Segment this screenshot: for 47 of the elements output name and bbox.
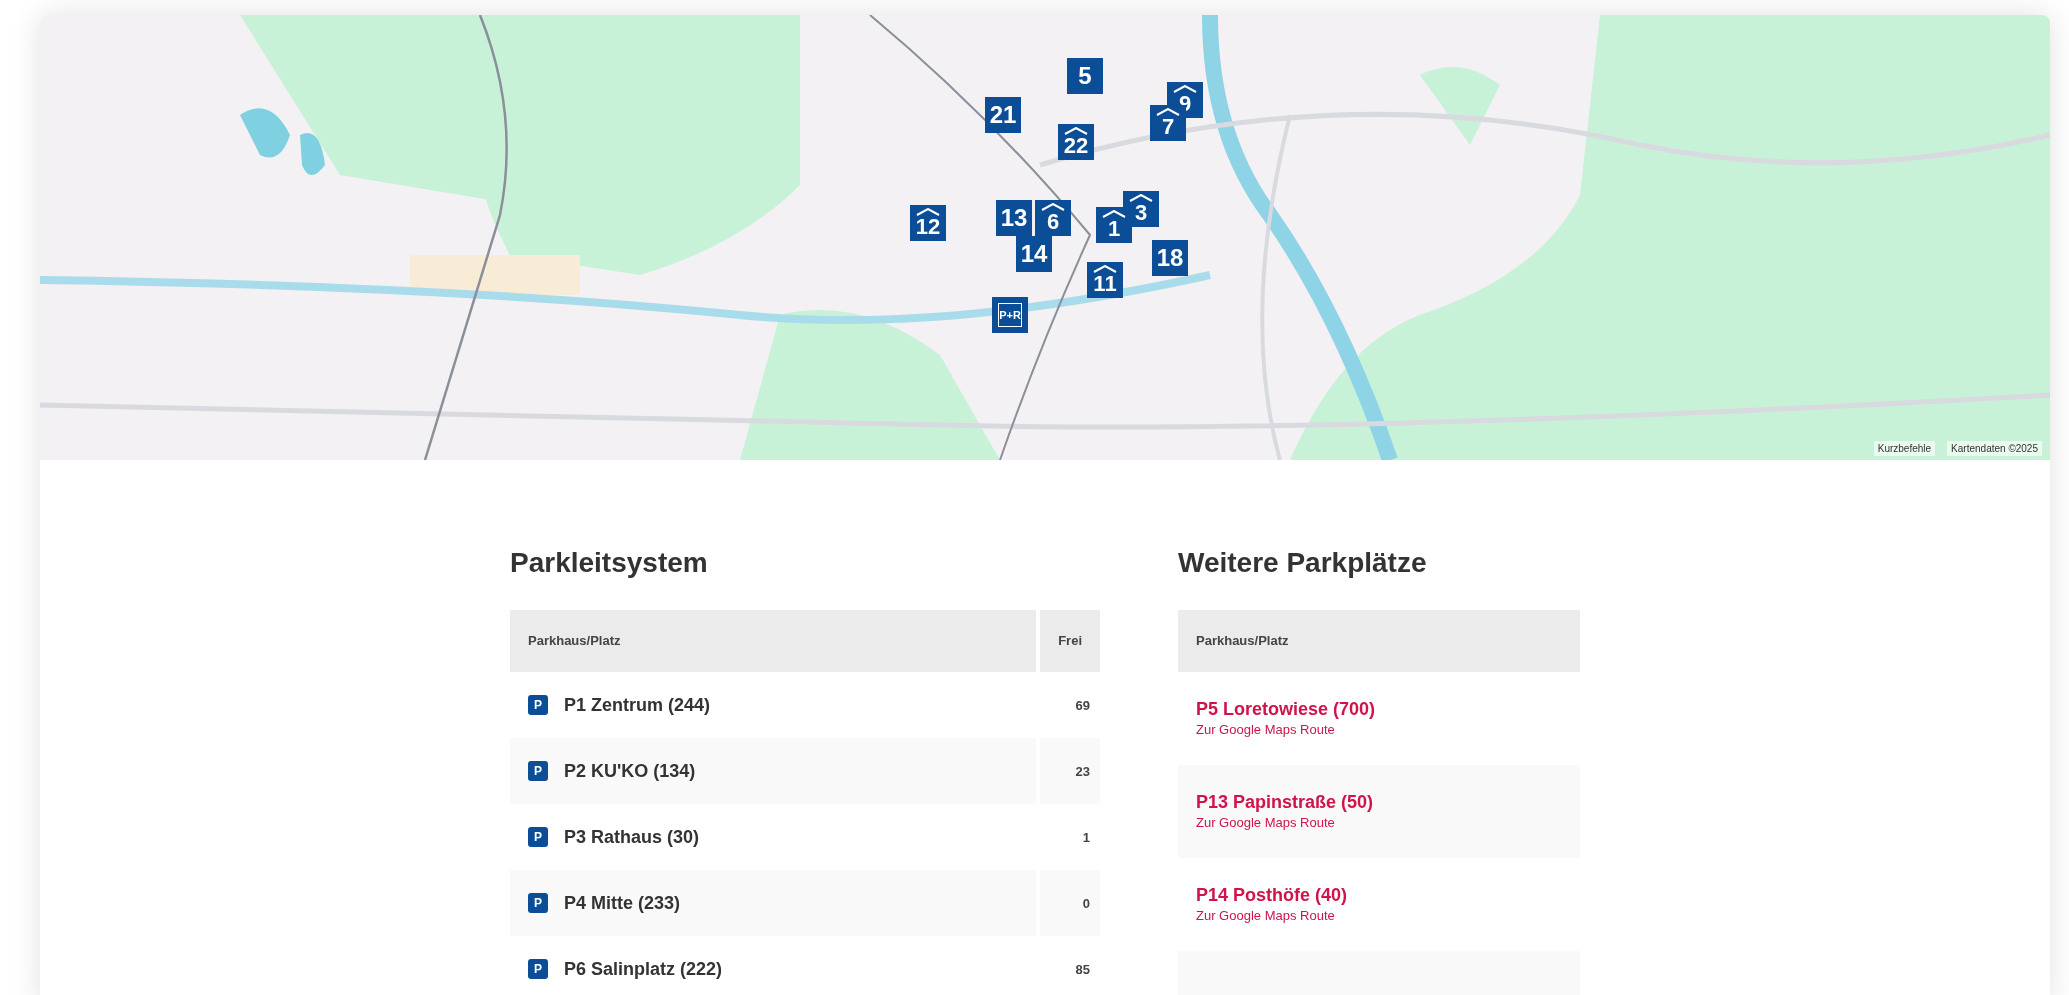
- map-attribution[interactable]: Kartendaten ©2025: [1947, 441, 2042, 456]
- parking-icon: P: [528, 761, 548, 781]
- garage-marker[interactable]: 7: [1150, 105, 1186, 141]
- parking-name[interactable]: P13 Papinstraße (50): [1196, 790, 1562, 813]
- parking-icon: P: [528, 893, 548, 913]
- column-header: Parkhaus/Platz: [1178, 610, 1580, 672]
- parking-marker[interactable]: 21: [985, 97, 1021, 133]
- park-ride-marker[interactable]: P+R: [992, 297, 1028, 333]
- free-count: 23: [1075, 764, 1090, 779]
- free-count: 0: [1082, 896, 1090, 911]
- roof-icon: [1093, 265, 1117, 273]
- parking-name: P3 Rathaus (30): [564, 825, 700, 849]
- garage-marker[interactable]: 6: [1035, 200, 1071, 236]
- roof-icon: [1041, 203, 1065, 211]
- parking-name: P6 Salinplatz (222): [564, 957, 723, 981]
- parking-marker[interactable]: 18: [1152, 240, 1188, 276]
- parking-name: P2 KU'KO (134): [564, 759, 696, 783]
- column-header: Parkhaus/Platz: [510, 610, 1037, 672]
- roof-icon: [1064, 127, 1088, 135]
- section-heading: Weitere Parkplätze: [1178, 546, 1428, 580]
- parking-marker[interactable]: 14: [1016, 236, 1052, 272]
- parking-marker[interactable]: 5: [1067, 58, 1103, 94]
- roof-icon: [1173, 85, 1197, 93]
- roof-icon: [1129, 194, 1153, 202]
- garage-marker[interactable]: 22: [1058, 124, 1094, 160]
- roof-icon: [916, 208, 940, 216]
- parking-icon: P: [528, 959, 548, 979]
- free-count: 85: [1075, 962, 1090, 977]
- roof-icon: [1102, 210, 1126, 218]
- parking-name[interactable]: P5 Loretowiese (700): [1196, 697, 1562, 720]
- parking-name: P4 Mitte (233): [564, 891, 681, 915]
- section-heading: Parkleitsystem: [510, 546, 709, 580]
- free-count: 69: [1075, 698, 1090, 713]
- parking-icon: P: [528, 695, 548, 715]
- parking-icon: P: [528, 827, 548, 847]
- garage-marker[interactable]: 12: [910, 205, 946, 241]
- free-count: 1: [1082, 830, 1090, 845]
- parking-name[interactable]: P14 Posthöfe (40): [1196, 883, 1562, 906]
- route-link[interactable]: Zur Google Maps Route: [1196, 720, 1562, 740]
- roof-icon: [1156, 108, 1180, 116]
- route-link[interactable]: Zur Google Maps Route: [1196, 813, 1562, 833]
- parking-marker[interactable]: 13: [996, 200, 1032, 236]
- garage-marker[interactable]: 11: [1087, 262, 1123, 298]
- route-link[interactable]: Zur Google Maps Route: [1196, 906, 1562, 926]
- parking-name: P1 Zentrum (244): [564, 693, 711, 717]
- garage-marker[interactable]: 1: [1096, 207, 1132, 243]
- map-attribution[interactable]: Kurzbefehle: [1873, 441, 1936, 456]
